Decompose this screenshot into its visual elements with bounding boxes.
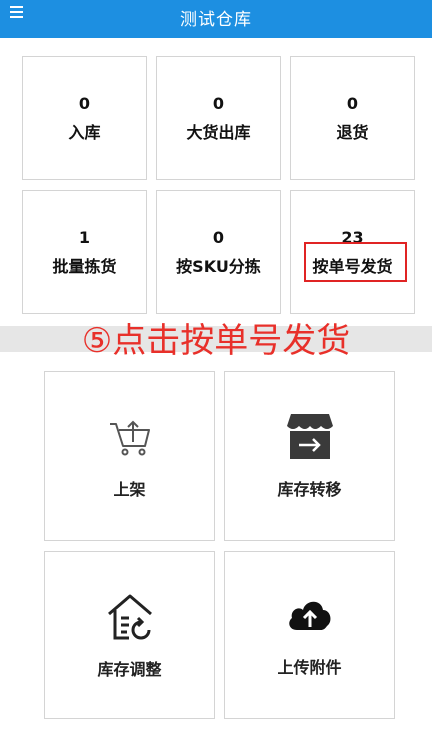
annotation-text: ⑤点击按单号发货	[81, 321, 351, 361]
tile-label: 大货出库	[186, 123, 251, 142]
stock-adjust-label: 库存调整	[97, 660, 162, 679]
putaway-label: 上架	[113, 480, 146, 499]
stock-transfer-button[interactable]: 库存转移	[224, 371, 395, 541]
house-adjust-icon	[107, 594, 152, 640]
tile-batch-picking[interactable]: 1 批量拣货	[22, 190, 147, 314]
tile-label: 按SKU分拣	[176, 257, 261, 276]
cloud-upload-icon	[288, 601, 330, 630]
store-transfer-icon	[286, 414, 333, 459]
upload-attachment-button[interactable]: 上传附件	[224, 551, 395, 719]
tile-count: 0	[346, 94, 359, 113]
tile-count: 0	[78, 94, 91, 113]
tile-label: 入库	[68, 123, 101, 142]
stock-transfer-label: 库存转移	[277, 480, 342, 499]
tile-bulk-outbound[interactable]: 0 大货出库	[156, 56, 281, 180]
stock-adjust-button[interactable]: 库存调整	[44, 551, 215, 719]
upload-attachment-label: 上传附件	[277, 658, 342, 677]
tile-returns[interactable]: 0 退货	[290, 56, 415, 180]
putaway-button[interactable]: 上架	[44, 371, 215, 541]
highlight-box	[304, 242, 407, 282]
page-title: 测试仓库	[180, 10, 252, 30]
tile-label: 退货	[336, 123, 369, 142]
tile-count: 1	[78, 228, 91, 247]
tile-count: 0	[212, 94, 225, 113]
tile-count: 0	[212, 228, 225, 247]
tile-sku-sorting[interactable]: 0 按SKU分拣	[156, 190, 281, 314]
tile-inbound[interactable]: 0 入库	[22, 56, 147, 180]
app-header: 测试仓库	[0, 0, 432, 38]
tile-label: 批量拣货	[52, 257, 117, 276]
cart-upload-icon	[109, 420, 150, 456]
